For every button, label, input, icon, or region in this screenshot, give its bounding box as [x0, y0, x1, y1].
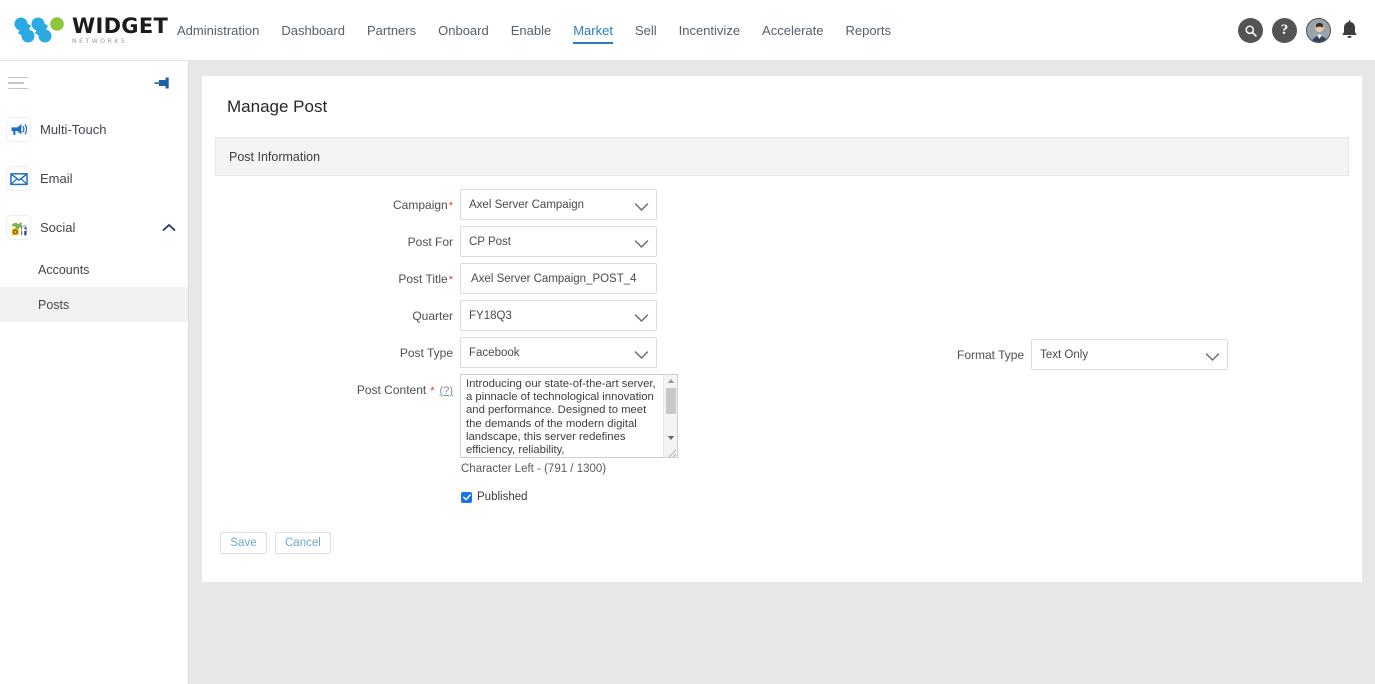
- required-marker: *: [448, 200, 453, 212]
- post-content-textarea-wrap: Introducing our state-of-the-art server,…: [460, 374, 678, 458]
- post-type-label: Post Type: [399, 346, 453, 360]
- header-actions: ?: [1238, 0, 1359, 61]
- sidebar-item-accounts[interactable]: Accounts: [0, 252, 188, 287]
- quarter-select[interactable]: FY18Q3: [460, 300, 657, 331]
- scroll-down-icon[interactable]: [664, 432, 678, 444]
- manage-post-card: Manage Post Post Information Campaign* A…: [201, 75, 1363, 583]
- hamburger-icon[interactable]: [8, 73, 28, 94]
- cancel-button[interactable]: Cancel: [275, 532, 331, 554]
- post-content-label: Post Content * (?): [356, 383, 453, 397]
- field-row-post-for: Post For CP Post: [215, 226, 1349, 257]
- post-title-input-wrap: Axel Server Campaign_POST_4: [460, 263, 657, 294]
- required-marker: *: [448, 274, 453, 286]
- brand-name: WIDGET: [72, 13, 169, 38]
- sidebar-subitem-label: Accounts: [38, 262, 90, 277]
- published-label: Published: [477, 491, 528, 503]
- post-title-value: Axel Server Campaign_POST_4: [471, 272, 637, 285]
- nav-item-reports[interactable]: Reports: [834, 0, 902, 61]
- campaign-label: Campaign*: [393, 198, 453, 212]
- nav-item-partners[interactable]: Partners: [356, 0, 427, 61]
- post-content-block: Introducing our state-of-the-art server,…: [460, 374, 678, 503]
- nav-item-market[interactable]: Market: [562, 0, 624, 61]
- campaign-select-wrap: Axel Server Campaign: [460, 189, 657, 220]
- sidebar-item-multi-touch[interactable]: Multi-Touch: [0, 105, 188, 154]
- scrollbar-thumb[interactable]: [666, 388, 676, 414]
- sidebar-header: [0, 61, 188, 105]
- format-type-select-wrap: Text Only: [1031, 339, 1229, 370]
- format-type-label: Format Type: [957, 348, 1025, 362]
- notifications-bell-icon[interactable]: [1340, 20, 1359, 41]
- sidebar-subitem-label: Posts: [38, 297, 70, 312]
- sidebar-item-email[interactable]: Email: [0, 154, 188, 203]
- character-count: Character Left - (791 / 1300): [461, 463, 607, 475]
- section-title: Post Information: [229, 149, 321, 164]
- format-type-value: Text Only: [1040, 348, 1089, 361]
- sidebar-item-posts[interactable]: Posts: [0, 287, 188, 322]
- sidebar: Multi-Touch Email Social Accounts Posts: [0, 61, 189, 684]
- format-type-select[interactable]: Text Only: [1031, 339, 1229, 370]
- post-type-value: Facebook: [469, 346, 520, 359]
- pin-icon[interactable]: [154, 76, 174, 90]
- field-row-campaign: Campaign* Axel Server Campaign: [215, 189, 1349, 220]
- field-row-post-title: Post Title* Axel Server Campaign_POST_4: [215, 263, 1349, 294]
- top-header-bar: WIDGET NETWORKS Administration Dashboard…: [0, 0, 1375, 61]
- nav-item-enable[interactable]: Enable: [500, 0, 562, 61]
- chevron-up-icon[interactable]: [162, 223, 176, 232]
- scroll-up-icon[interactable]: [664, 375, 678, 387]
- field-row-post-content: Post Content * (?) Introducing our state-…: [215, 374, 1349, 503]
- search-icon[interactable]: [1238, 18, 1263, 43]
- required-marker: *: [427, 385, 435, 397]
- post-for-value: CP Post: [469, 235, 511, 248]
- social-icon: [6, 215, 31, 240]
- sidebar-item-label: Email: [40, 171, 73, 186]
- sidebar-item-label: Social: [40, 220, 76, 235]
- field-row-format-type: Format Type Text Only: [957, 339, 1229, 370]
- avatar[interactable]: [1306, 18, 1331, 43]
- published-checkbox-row: Published: [461, 491, 678, 503]
- nav-item-onboard[interactable]: Onboard: [427, 0, 500, 61]
- quarter-value: FY18Q3: [469, 309, 512, 322]
- main-navigation: Administration Dashboard Partners Onboar…: [166, 0, 902, 61]
- main-content: Manage Post Post Information Campaign* A…: [189, 61, 1375, 684]
- page-title: Manage Post: [227, 97, 328, 116]
- published-checkbox[interactable]: [461, 491, 472, 503]
- help-icon[interactable]: ?: [1272, 18, 1297, 43]
- post-type-select[interactable]: Facebook: [460, 337, 657, 368]
- quarter-select-wrap: FY18Q3: [460, 300, 657, 331]
- widget-logo-icon: [14, 17, 64, 43]
- post-form: Campaign* Axel Server Campaign Post For …: [215, 189, 1349, 554]
- campaign-select[interactable]: Axel Server Campaign: [460, 189, 657, 220]
- megaphone-icon: [6, 117, 31, 142]
- post-for-select-wrap: CP Post: [460, 226, 657, 257]
- post-title-input[interactable]: Axel Server Campaign_POST_4: [460, 263, 657, 294]
- post-content-help-link[interactable]: (?): [440, 385, 453, 397]
- brand-logo[interactable]: WIDGET NETWORKS: [12, 8, 168, 52]
- nav-item-sell[interactable]: Sell: [624, 0, 668, 61]
- sidebar-item-label: Multi-Touch: [40, 122, 107, 137]
- save-button[interactable]: Save: [220, 532, 267, 554]
- section-header-post-information: Post Information: [215, 137, 1349, 176]
- post-content-textarea[interactable]: Introducing our state-of-the-art server,…: [460, 374, 678, 458]
- post-for-label: Post For: [407, 235, 453, 249]
- envelope-icon: [6, 166, 31, 191]
- post-for-select[interactable]: CP Post: [460, 226, 657, 257]
- post-type-select-wrap: Facebook: [460, 337, 657, 368]
- form-actions: Save Cancel: [220, 532, 1349, 554]
- post-title-label: Post Title*: [398, 272, 453, 286]
- field-row-quarter: Quarter FY18Q3: [215, 300, 1349, 331]
- quarter-label: Quarter: [412, 309, 453, 323]
- textarea-resize-handle[interactable]: [665, 445, 677, 458]
- nav-item-accelerate[interactable]: Accelerate: [751, 0, 834, 61]
- campaign-value: Axel Server Campaign: [469, 198, 585, 211]
- sidebar-item-social[interactable]: Social: [0, 203, 188, 252]
- brand-tagline: NETWORKS: [72, 37, 128, 45]
- nav-item-incentivize[interactable]: Incentivize: [668, 0, 751, 61]
- nav-item-dashboard[interactable]: Dashboard: [270, 0, 356, 61]
- nav-item-administration[interactable]: Administration: [166, 0, 270, 61]
